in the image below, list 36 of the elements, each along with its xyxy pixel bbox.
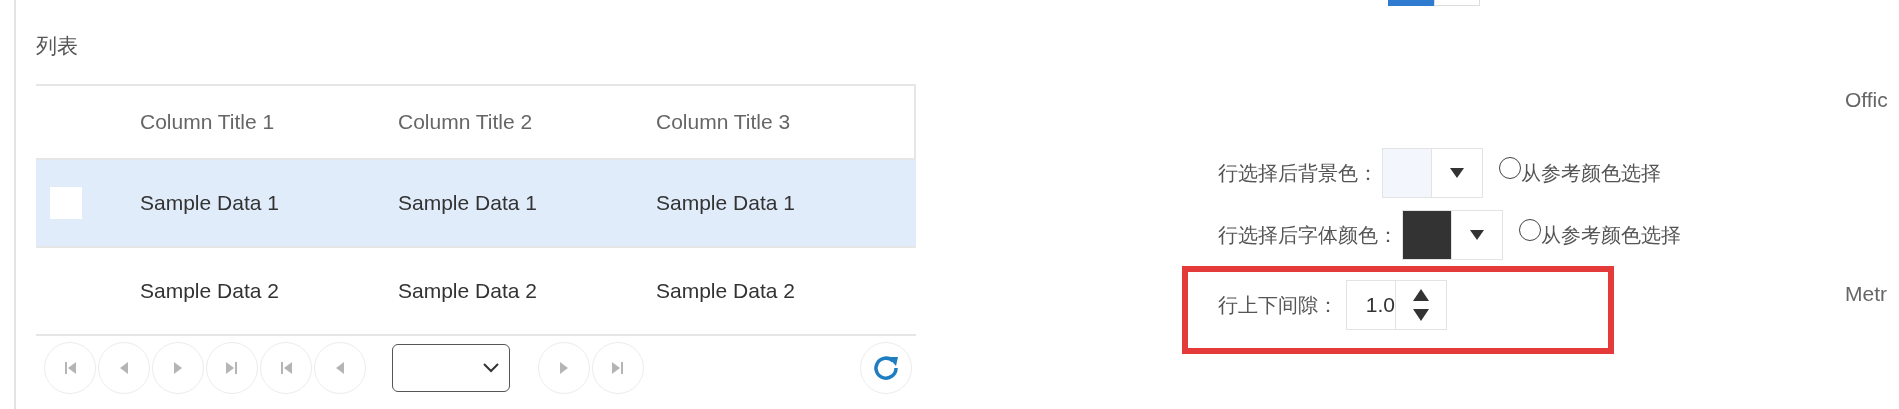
chevron-down-icon	[483, 363, 499, 373]
table-cell-text: Sample Data 1	[140, 191, 280, 215]
setting-label: 行选择后背景色：	[1218, 159, 1378, 187]
section-title: 列表	[36, 33, 79, 60]
increment-arrow-icon	[1413, 289, 1429, 301]
radio-label[interactable]: 从参考颜色选择	[1541, 221, 1681, 249]
table-row[interactable]: Sample Data 2 Sample Data 2 Sample Data 2	[36, 248, 916, 336]
setting-label: 行选择后字体颜色：	[1218, 221, 1398, 249]
column-header[interactable]: Column Title 2	[398, 110, 656, 134]
last-page-icon	[225, 361, 239, 375]
toggle-segment[interactable]	[1388, 0, 1434, 6]
table-cell-text: Sample Data 2	[656, 279, 796, 303]
theme-label[interactable]: Offic	[1845, 88, 1888, 112]
dropdown-arrow-icon	[1470, 230, 1484, 240]
column-header[interactable]: Column Title 3	[656, 110, 914, 134]
column-header[interactable]: Column Title 1	[140, 110, 398, 134]
table-cell-text: Sample Data 2	[398, 279, 538, 303]
first-page-icon	[63, 361, 77, 375]
row-checkbox[interactable]	[50, 187, 82, 219]
dropdown-arrow-icon	[1450, 168, 1464, 178]
last-page-icon	[611, 361, 625, 375]
radio-label[interactable]: 从参考颜色选择	[1521, 159, 1661, 187]
number-spinner[interactable]: 1.0	[1346, 280, 1447, 330]
refresh-icon	[871, 353, 901, 383]
refresh-button[interactable]	[860, 342, 912, 394]
table-row[interactable]: Sample Data 1 Sample Data 1 Sample Data 1	[36, 160, 916, 248]
decrement-arrow-icon	[1413, 309, 1429, 321]
first-page-icon	[279, 361, 293, 375]
page-size-select[interactable]	[392, 344, 510, 392]
table-cell-text: Sample Data 1	[656, 191, 796, 215]
setting-label: 行上下间隙：	[1218, 291, 1338, 319]
table-cell-text: Sample Data 2	[140, 279, 280, 303]
theme-label[interactable]: Metr	[1845, 282, 1887, 306]
table-cell-text: Sample Data 1	[398, 191, 538, 215]
color-picker[interactable]	[1402, 210, 1503, 260]
color-picker[interactable]	[1382, 148, 1483, 198]
